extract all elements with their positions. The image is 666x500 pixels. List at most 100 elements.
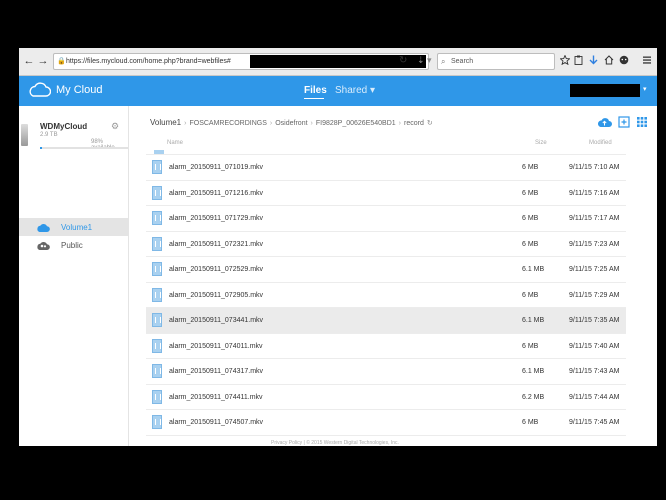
table-row[interactable]: alarm_20150911_074317.mkv 6.1 MB 9/11/15 7… <box>146 359 626 385</box>
tab-shared[interactable]: Shared ▾ <box>335 85 375 96</box>
video-file-icon <box>152 364 162 378</box>
video-file-icon <box>152 338 162 353</box>
file-name: alarm_20150911_071019.mkv <box>169 164 264 171</box>
file-name: alarm_20150911_073441.mkv <box>169 317 264 324</box>
app-header: My Cloud Files Shared ▾ ▾ <box>19 76 657 106</box>
video-file-icon <box>152 262 162 276</box>
people-icon <box>37 242 50 250</box>
tab-files[interactable]: Files <box>304 85 327 96</box>
file-modified: 9/11/15 7:23 AM <box>569 240 620 248</box>
file-size: 6 MB <box>522 291 539 299</box>
table-row[interactable]: alarm_20150911_072321.mkv 6 MB 9/11/15 7:2… <box>146 232 626 257</box>
breadcrumb-separator: › <box>398 120 402 127</box>
file-size: 6.1 MB <box>522 266 545 273</box>
video-file-icon <box>152 236 162 251</box>
video-file-icon <box>152 389 162 404</box>
breadcrumb-item[interactable]: Volume1 <box>150 118 181 127</box>
gear-icon[interactable]: ⚙ <box>111 121 119 132</box>
browser-toolbar: ← → 🔒 https://files.mycloud.com/home.php… <box>19 48 657 76</box>
home-icon[interactable] <box>604 55 614 65</box>
breadcrumb-separator: › <box>310 120 313 127</box>
upload-icon[interactable] <box>597 116 612 128</box>
file-size: 6 MB <box>522 240 539 248</box>
drive-icon <box>21 124 28 146</box>
table-row[interactable]: alarm_20150911_073441.mkv 6.1 MB 9/11/15 7… <box>146 308 626 334</box>
lock-icon: 🔒 <box>57 58 66 65</box>
grid-view-icon[interactable] <box>636 116 648 128</box>
table-row[interactable]: alarm_20150911_072529.mkv 6.1 MB 9/11/15 7… <box>146 257 626 283</box>
file-modified: 9/11/15 7:35 AM <box>569 317 620 324</box>
sidebar-item-public[interactable]: Public <box>19 236 129 254</box>
file-size: 6 MB <box>522 215 539 222</box>
file-modified: 9/11/15 7:25 AM <box>569 266 620 273</box>
video-file-icon <box>152 287 162 302</box>
table-row[interactable]: alarm_20150911_074507.mkv 6 MB 9/11/15 7:4… <box>146 410 626 436</box>
sidebar-item-label: Public <box>61 241 83 250</box>
table-row[interactable]: alarm_20150911_071729.mkv 6 MB 9/11/15 7:1… <box>146 206 626 232</box>
column-header-modified[interactable]: Modified <box>589 140 612 146</box>
download-icon[interactable] <box>589 55 598 66</box>
file-size: 6 MB <box>522 164 539 171</box>
file-size: 6 MB <box>522 419 539 426</box>
sidebar-item-volume1[interactable]: Volume1 <box>19 218 129 236</box>
breadcrumb-item[interactable]: Osidefront <box>275 120 307 127</box>
file-name: alarm_20150911_072529.mkv <box>169 266 264 273</box>
clipboard-icon[interactable] <box>574 55 583 65</box>
video-file-icon <box>152 415 162 429</box>
breadcrumb-item[interactable]: FOSCAMRECORDINGS <box>189 120 266 127</box>
chat-icon[interactable] <box>619 55 629 65</box>
active-tab-indicator <box>304 98 324 99</box>
file-name: alarm_20150911_071729.mkv <box>169 215 264 222</box>
storage-bar-fill <box>40 147 42 149</box>
breadcrumb-separator: › <box>269 120 273 127</box>
file-name: alarm_20150911_071216.mkv <box>169 189 264 197</box>
new-folder-icon[interactable] <box>618 116 630 128</box>
search-icon: ⌕ <box>441 57 446 66</box>
table-row[interactable]: alarm_20150911_072905.mkv 6 MB 9/11/15 7:2… <box>146 283 626 308</box>
file-name: alarm_20150911_074317.mkv <box>169 368 264 375</box>
file-size: 6 MB <box>522 342 539 350</box>
file-modified: 9/11/15 7:10 AM <box>569 164 620 171</box>
address-bar[interactable]: 🔒 https://files.mycloud.com/home.php?bra… <box>53 53 429 70</box>
file-name: alarm_20150911_074507.mkv <box>169 419 264 426</box>
reload-icon[interactable]: ↻ <box>399 55 407 66</box>
file-name: alarm_20150911_072905.mkv <box>169 291 264 299</box>
search-placeholder: Search <box>451 58 474 65</box>
forward-arrow-icon[interactable]: → <box>37 55 49 67</box>
cloud-icon <box>37 224 50 232</box>
file-modified: 9/11/15 7:16 AM <box>569 189 620 197</box>
user-menu-caret-icon[interactable]: ▾ <box>643 85 647 93</box>
app-name[interactable]: My Cloud <box>56 84 102 96</box>
breadcrumb: Volume1 › FOSCAMRECORDINGS › Osidefront › FI98… <box>150 118 433 127</box>
refresh-icon[interactable]: ↻ <box>427 120 433 127</box>
back-arrow-icon[interactable]: ← <box>23 55 35 67</box>
download-dropdown-icon[interactable]: ⇣ ▾ <box>417 55 432 66</box>
file-name: alarm_20150911_072321.mkv <box>169 240 264 248</box>
breadcrumb-separator: › <box>184 120 187 127</box>
redacted-username[interactable] <box>570 84 640 97</box>
file-name: alarm_20150911_074411.mkv <box>169 393 263 401</box>
file-modified: 9/11/15 7:29 AM <box>569 291 620 299</box>
table-row[interactable]: alarm_20150911_074411.mkv 6.2 MB 9/11/15 7… <box>146 385 626 410</box>
breadcrumb-item[interactable]: record <box>404 120 424 127</box>
file-browser: Volume1 › FOSCAMRECORDINGS › Osidefront › FI98… <box>146 106 657 446</box>
table-row[interactable]: alarm_20150911_071019.mkv 6 MB 9/11/15 7:1… <box>146 155 626 181</box>
hamburger-menu-icon[interactable] <box>642 55 652 65</box>
device-name: WDMyCloud <box>40 122 88 131</box>
file-modified: 9/11/15 7:40 AM <box>569 342 620 350</box>
video-file-icon <box>152 313 162 327</box>
table-row[interactable]: alarm_20150911_074011.mkv 6 MB 9/11/15 7:4… <box>146 334 626 359</box>
storage-available: 98% available <box>91 139 115 151</box>
file-size: 6.1 MB <box>522 368 545 375</box>
file-modified: 9/11/15 7:45 AM <box>569 419 620 426</box>
breadcrumb-item[interactable]: FI9828P_00626E540BD1 <box>316 120 396 127</box>
video-file-icon <box>152 160 162 174</box>
video-file-icon <box>152 211 162 225</box>
table-row[interactable]: alarm_20150911_071216.mkv 6 MB 9/11/15 7:1… <box>146 181 626 206</box>
screen: ← → 🔒 https://files.mycloud.com/home.php… <box>19 48 657 446</box>
column-header-name[interactable]: Name <box>167 140 183 146</box>
column-header-size[interactable]: Size <box>535 140 547 146</box>
search-input[interactable]: ⌕ Search <box>437 53 555 70</box>
file-modified: 9/11/15 7:43 AM <box>569 368 620 375</box>
star-bookmark-icon[interactable] <box>560 55 570 65</box>
